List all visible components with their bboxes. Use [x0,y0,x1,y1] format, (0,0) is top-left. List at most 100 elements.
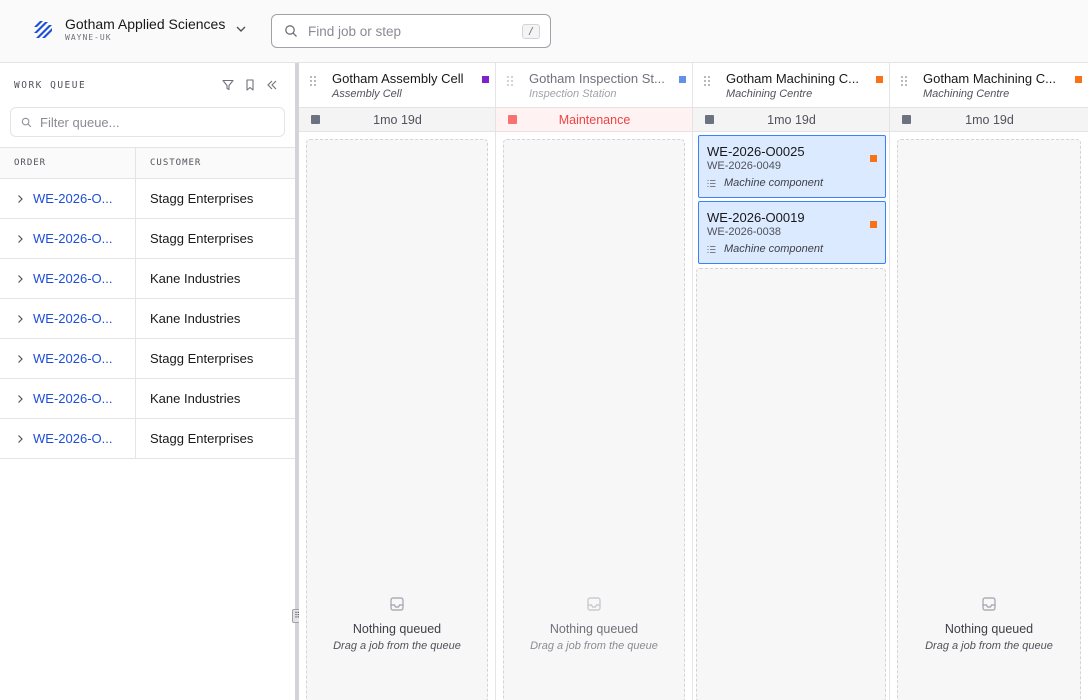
customer-column-header[interactable]: CUSTOMER [136,148,295,178]
status-dot [508,115,517,124]
customer-cell: Stagg Enterprises [150,191,254,206]
drop-zone[interactable]: Nothing queued Drag a job from the queue [306,139,488,700]
org-code: WAYNE-UK [65,33,112,42]
table-row[interactable]: WE-2026-O... Stagg Enterprises [0,219,295,259]
order-link[interactable]: WE-2026-O... [33,391,119,406]
priority-flag [870,155,877,162]
queue-table: ORDER CUSTOMER WE-2026-O... Stagg Enterp… [0,147,295,459]
drop-zone[interactable]: Nothing queued Drag a job from the queue [897,139,1081,700]
order-link[interactable]: WE-2026-O... [33,311,119,326]
table-row[interactable]: WE-2026-O... Stagg Enterprises [0,419,295,459]
table-row[interactable]: WE-2026-O... Kane Industries [0,379,295,419]
search-icon [21,117,32,127]
job-card[interactable]: WE-2026-O0025 WE-2026-0049 Machine compo… [698,135,886,198]
status-bar: 1mo 19d [693,108,889,132]
org-logo-icon [34,20,52,38]
status-text: 1mo 19d [373,112,422,127]
drop-zone[interactable]: Nothing queued Drag a job from the queue [503,139,685,700]
empty-state: Nothing queued Drag a job from the queue [504,596,684,655]
order-link[interactable]: WE-2026-O... [33,351,119,366]
chevron-right-icon[interactable] [15,194,25,204]
job-id: WE-2026-O0025 [707,144,805,159]
search-input[interactable] [308,23,522,39]
column-title: Gotham Assembly Cell [332,71,464,86]
status-dot [311,115,320,124]
table-row[interactable]: WE-2026-O... Stagg Enterprises [0,339,295,379]
customer-cell: Stagg Enterprises [150,231,254,246]
inbox-icon [587,597,601,611]
schedule-board: Gotham Assembly Cell Assembly Cell 1mo 1… [299,63,1088,700]
queue-filter[interactable] [10,107,285,137]
table-row[interactable]: WE-2026-O... Stagg Enterprises [0,179,295,219]
order-link[interactable]: WE-2026-O... [33,271,119,286]
drag-handle-icon[interactable] [506,75,514,87]
column-header[interactable]: Gotham Machining C... Machining Centre [890,63,1088,108]
status-text: 1mo 19d [767,112,816,127]
color-swatch [482,76,489,83]
customer-cell: Kane Industries [150,271,241,286]
color-swatch [679,76,686,83]
order-link[interactable]: WE-2026-O... [33,231,119,246]
order-link[interactable]: WE-2026-O... [33,191,119,206]
inbox-icon [982,597,996,611]
queue-filter-input[interactable] [40,114,274,130]
filter-icon [222,79,234,91]
empty-title: Nothing queued [549,622,639,636]
chevron-right-icon[interactable] [15,434,25,444]
customer-cell: Kane Industries [150,391,241,406]
bookmark-button[interactable] [239,74,261,96]
double-chevron-left-icon [267,80,277,90]
table-row[interactable]: WE-2026-O... Kane Industries [0,259,295,299]
filter-button[interactable] [217,74,239,96]
order-link[interactable]: WE-2026-O... [33,431,119,446]
status-bar: 1mo 19d [299,108,495,132]
empty-state: Nothing queued Drag a job from the queue [898,596,1080,655]
job-ref: WE-2026-0049 [707,160,781,172]
column-title: Gotham Machining C... [726,71,859,86]
chevron-right-icon[interactable] [15,234,25,244]
color-swatch [876,76,883,83]
empty-title: Nothing queued [352,622,442,636]
job-id: WE-2026-O0019 [707,210,805,225]
status-bar-maintenance: Maintenance [496,108,692,132]
column-header[interactable]: Gotham Machining C... Machining Centre [693,63,889,108]
color-swatch [1075,76,1082,83]
status-dot [902,115,911,124]
drag-handle-icon[interactable] [900,75,908,87]
bookmark-icon [246,79,254,91]
drag-handle-icon[interactable] [703,75,711,87]
drag-handle-icon[interactable] [309,75,317,87]
job-type: Machine component [724,177,824,189]
chevron-right-icon[interactable] [15,394,25,404]
empty-subtitle: Drag a job from the queue [530,640,658,652]
org-name: Gotham Applied Sciences [65,16,226,32]
column-title: Gotham Inspection St... [529,71,665,86]
job-ref: WE-2026-0038 [707,226,781,238]
inbox-icon [390,597,404,611]
collapse-sidebar-button[interactable] [261,74,283,96]
chevron-right-icon[interactable] [15,354,25,364]
org-switcher[interactable]: Gotham Applied Sciences WAYNE-UK [32,15,247,42]
column-title: Gotham Machining C... [923,71,1056,86]
column-type: Assembly Cell [332,88,402,100]
job-card[interactable]: WE-2026-O0019 WE-2026-0038 Machine compo… [698,201,886,264]
column-header[interactable]: Gotham Inspection St... Inspection Stati… [496,63,692,108]
table-row[interactable]: WE-2026-O... Kane Industries [0,299,295,339]
column-header[interactable]: Gotham Assembly Cell Assembly Cell [299,63,495,108]
chevron-down-icon [236,26,246,32]
list-icon [707,179,716,187]
status-dot [705,115,714,124]
drop-zone[interactable] [696,268,886,700]
priority-flag [870,221,877,228]
status-text: Maintenance [558,112,631,127]
chevron-right-icon[interactable] [15,314,25,324]
chevron-right-icon[interactable] [15,274,25,284]
job-type: Machine component [724,243,824,255]
order-column-header[interactable]: ORDER [0,148,136,178]
empty-title: Nothing queued [944,622,1034,636]
customer-cell: Stagg Enterprises [150,351,254,366]
job-search[interactable]: / [271,14,551,48]
status-bar: 1mo 19d [890,108,1088,132]
column-type: Inspection Station [529,88,617,100]
column-type: Machining Centre [726,88,813,100]
